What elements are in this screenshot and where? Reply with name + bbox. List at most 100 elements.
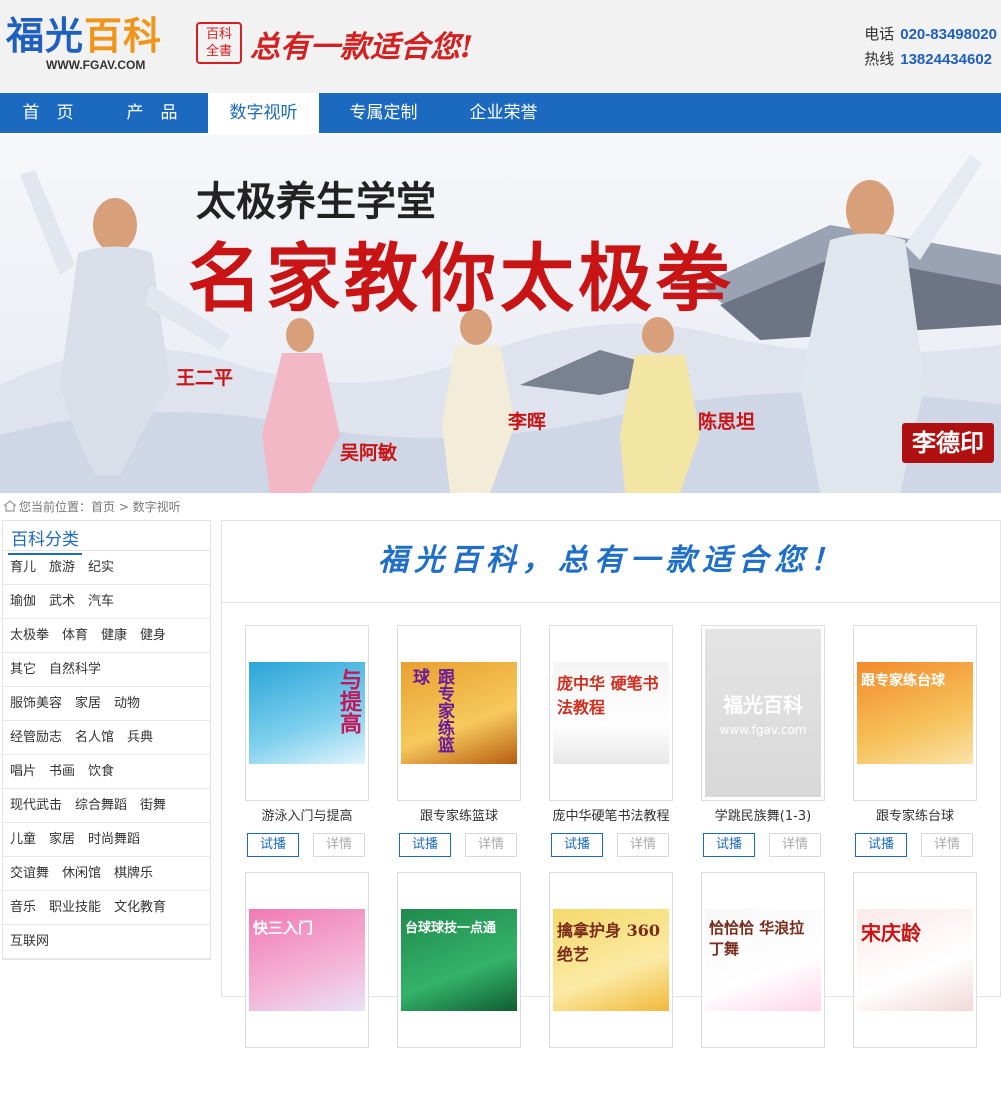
category-link[interactable]: 交谊舞 [10, 866, 49, 881]
category-link[interactable]: 动物 [114, 696, 140, 711]
detail-button[interactable]: 详情 [313, 833, 365, 857]
category-link[interactable]: 旅游 [49, 560, 75, 575]
site-header: 福光百科 WWW.FGAV.COM 百科 全書 总有一款适合您! 电话 020-8… [0, 0, 1001, 93]
nav-products[interactable]: 产 品 [104, 93, 200, 133]
category-link[interactable]: 音乐 [10, 900, 36, 915]
category-link[interactable]: 时尚舞蹈 [88, 832, 140, 847]
category-link[interactable]: 健康 [101, 628, 127, 643]
site-logo[interactable]: 福光百科 WWW.FGAV.COM [6, 14, 166, 74]
product-card: 快三入门 [245, 872, 369, 1112]
product-cover: 跟专家练篮球 [401, 662, 517, 764]
category-link[interactable]: 兵典 [127, 730, 153, 745]
nav-home[interactable]: 首 页 [0, 93, 96, 133]
hero-banner[interactable]: 太极养生学堂 名家教你太极拳 王二平 吴阿敏 李晖 陈思坦 李德印 [0, 135, 1001, 493]
category-link[interactable]: 太极拳 [10, 628, 49, 643]
product-thumbnail[interactable]: 游泳入门与提高 [245, 625, 369, 801]
product-cover: 跟专家练台球 [857, 662, 973, 764]
product-thumbnail[interactable]: 庞中华 硬笔书法教程 [549, 625, 673, 801]
category-link[interactable]: 饮食 [88, 764, 114, 779]
play-button[interactable]: 试播 [247, 833, 299, 857]
category-link[interactable]: 棋牌乐 [114, 866, 153, 881]
category-row: 经管励志 名人馆 兵典 [3, 721, 210, 755]
product-thumbnail[interactable]: 宋庆龄 [853, 872, 977, 1048]
category-link[interactable]: 服饰美容 [10, 696, 62, 711]
category-row: 育儿 旅游 纪实 [3, 551, 210, 585]
play-button[interactable]: 试播 [551, 833, 603, 857]
nav-digital-av[interactable]: 数字视听 [208, 93, 319, 133]
category-link[interactable]: 武术 [49, 594, 75, 609]
category-link[interactable]: 纪实 [88, 560, 114, 575]
product-thumbnail[interactable]: 跟专家练篮球 [397, 625, 521, 801]
product-cover: 恰恰恰 华浪拉丁舞 [705, 909, 821, 1011]
detail-button[interactable]: 详情 [617, 833, 669, 857]
product-card: 福光百科 www.fgav.com 学跳民族舞(1-3) 试播 详情 [701, 625, 825, 865]
nav-custom[interactable]: 专属定制 [328, 93, 439, 133]
category-link[interactable]: 瑜伽 [10, 594, 36, 609]
category-link[interactable]: 职业技能 [49, 900, 101, 915]
product-thumbnail[interactable]: 台球球技一点通 [397, 872, 521, 1048]
category-link[interactable]: 汽车 [88, 594, 114, 609]
hotline-label: 热线 [864, 50, 895, 68]
play-button[interactable]: 试播 [855, 833, 907, 857]
product-title[interactable]: 跟专家练篮球 [387, 805, 531, 824]
product-thumbnail[interactable]: 跟专家练台球 [853, 625, 977, 801]
product-title[interactable]: 学跳民族舞(1-3) [691, 805, 835, 824]
category-link[interactable]: 文化教育 [114, 900, 166, 915]
product-cover: 游泳入门与提高 [249, 662, 365, 764]
product-cover: 擒拿护身 360绝艺 [553, 909, 669, 1011]
category-link[interactable]: 儿童 [10, 832, 36, 847]
category-link[interactable]: 书画 [49, 764, 75, 779]
seal-text-top: 百科 [205, 27, 232, 42]
play-button[interactable]: 试播 [399, 833, 451, 857]
product-cover: 快三入门 [249, 909, 365, 1011]
breadcrumb: 您当前位置：首页 > 数字视听 [0, 496, 181, 518]
category-link[interactable]: 唱片 [10, 764, 36, 779]
home-icon [3, 500, 17, 512]
logo-url: WWW.FGAV.COM [46, 58, 146, 72]
category-link[interactable]: 经管励志 [10, 730, 62, 745]
detail-button[interactable]: 详情 [921, 833, 973, 857]
category-link[interactable]: 休闲馆 [62, 866, 101, 881]
product-cover-title: 跟专家练篮球 [409, 668, 454, 753]
category-link[interactable]: 家居 [49, 832, 75, 847]
product-thumbnail[interactable]: 擒拿护身 360绝艺 [549, 872, 673, 1048]
category-link[interactable]: 育儿 [10, 560, 36, 575]
product-title[interactable]: 跟专家练台球 [843, 805, 987, 824]
category-link[interactable]: 家居 [75, 696, 101, 711]
logo-text-a: 福光 [6, 13, 85, 58]
banner-tag: 李德印 [902, 423, 994, 463]
product-cover: 庞中华 硬笔书法教程 [553, 662, 669, 764]
product-cover-title: 台球球技一点通 [405, 921, 497, 936]
detail-button[interactable]: 详情 [465, 833, 517, 857]
product-card: 跟专家练篮球 跟专家练篮球 试播 详情 [397, 625, 521, 865]
category-link[interactable]: 其它 [10, 662, 36, 677]
category-link[interactable]: 健身 [140, 628, 166, 643]
category-link[interactable]: 街舞 [140, 798, 166, 813]
product-cover-url: www.fgav.com [719, 723, 807, 737]
category-row: 互联网 [3, 925, 210, 959]
product-cover-title: 恰恰恰 华浪拉丁舞 [709, 919, 805, 958]
product-title[interactable]: 庞中华硬笔书法教程 [539, 805, 683, 824]
product-cover-title: 庞中华 硬笔书法教程 [557, 674, 659, 717]
seal-logo: 百科 全書 [196, 22, 242, 64]
header-slogan: 总有一款适合您! [250, 30, 474, 65]
product-title[interactable]: 游泳入门与提高 [235, 805, 379, 824]
category-link[interactable]: 综合舞蹈 [75, 798, 127, 813]
category-link[interactable]: 名人馆 [75, 730, 114, 745]
product-cover-title: 擒拿护身 360绝艺 [557, 921, 660, 964]
play-button[interactable]: 试播 [703, 833, 755, 857]
category-link[interactable]: 自然科学 [49, 662, 101, 677]
banner-title: 名家教你太极拳 [188, 236, 734, 322]
product-card: 游泳入门与提高游泳入门与提高试播详情 [245, 625, 369, 865]
detail-button[interactable]: 详情 [769, 833, 821, 857]
category-link[interactable]: 体育 [62, 628, 88, 643]
product-thumbnail[interactable]: 恰恰恰 华浪拉丁舞 [701, 872, 825, 1048]
product-thumbnail[interactable]: 快三入门 [245, 872, 369, 1048]
product-cover: 宋庆龄 [857, 909, 973, 1011]
nav-honors[interactable]: 企业荣誉 [448, 93, 559, 133]
product-thumbnail[interactable]: 福光百科 www.fgav.com [701, 625, 825, 801]
category-link[interactable]: 互联网 [10, 934, 49, 949]
product-card: 宋庆龄 [853, 872, 977, 1112]
category-row: 儿童 家居 时尚舞蹈 [3, 823, 210, 857]
category-link[interactable]: 现代武击 [10, 798, 62, 813]
